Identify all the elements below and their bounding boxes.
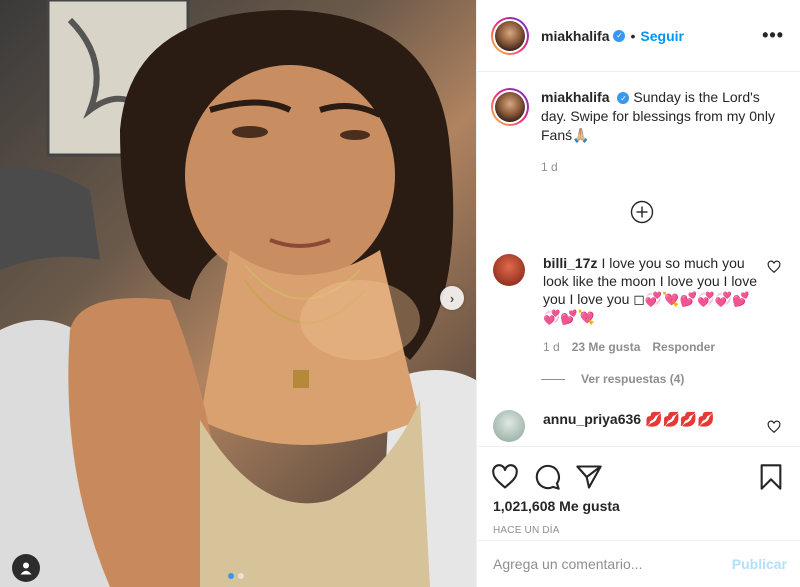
likes-count[interactable]: 1,021,608 Me gusta [477, 498, 800, 514]
separator-bullet: • [630, 27, 636, 44]
like-heart-icon[interactable] [491, 463, 519, 491]
carousel-dot [238, 573, 244, 579]
comment-text: 💋💋💋💋 [645, 411, 715, 427]
comment-username[interactable]: billi_17z [543, 255, 597, 271]
commenter-avatar[interactable] [493, 410, 525, 442]
post-comment-button[interactable]: Publicar [732, 556, 787, 572]
reply-button[interactable]: Responder [652, 338, 715, 356]
author-username[interactable]: miakhalifa [541, 28, 609, 44]
view-replies-label: Ver respuestas (4) [581, 372, 685, 386]
comment-item: billi_17z I love you so much you look lik… [493, 254, 789, 356]
load-more-comments-icon[interactable] [630, 200, 654, 224]
verified-badge-icon: ✓ [613, 29, 626, 42]
comment-age: 1 d [543, 340, 560, 354]
comment-username[interactable]: annu_priya636 [543, 411, 641, 427]
carousel-dot-active [228, 573, 234, 579]
caption-username[interactable]: miakhalifa [541, 89, 609, 105]
follow-button[interactable]: Seguir [640, 28, 684, 44]
bookmark-icon[interactable] [757, 463, 785, 491]
caption-author-avatar[interactable] [491, 88, 529, 126]
tagged-users-button[interactable] [12, 554, 40, 582]
comment-item: annu_priya636 💋💋💋💋 [493, 410, 789, 442]
post-timestamp: HACE UN DÍA [493, 525, 560, 536]
comment-likes[interactable]: 23 Me gusta [572, 338, 641, 356]
commenter-avatar[interactable] [493, 254, 525, 286]
post-photo[interactable]: › [0, 0, 476, 587]
more-options-icon[interactable]: ••• [762, 25, 784, 46]
avatar-image [495, 20, 525, 51]
heart-icon[interactable] [767, 260, 781, 274]
comments-list[interactable]: miakhalifa ✓ Sunday is the Lord's day. Sw… [477, 72, 800, 446]
author-avatar[interactable] [491, 16, 529, 55]
add-comment-form: Publicar [477, 540, 800, 587]
caption-age: 1 d [541, 160, 558, 174]
avatar-image [495, 92, 525, 122]
heart-icon[interactable] [767, 420, 781, 434]
view-replies-button[interactable]: Ver respuestas (4) [541, 372, 684, 386]
carousel-indicator [228, 573, 244, 579]
photo-scene [0, 0, 476, 587]
person-icon [20, 562, 32, 575]
post-side-panel: miakhalifa ✓ • Seguir ••• miakhalifa ✓ Su… [476, 0, 800, 587]
replies-divider [541, 378, 565, 380]
share-paper-plane-icon[interactable] [575, 463, 603, 491]
next-photo-button[interactable]: › [440, 286, 464, 310]
verified-badge-icon: ✓ [617, 92, 630, 105]
comment-input[interactable] [493, 556, 732, 572]
post-actions: 1,021,608 Me gusta HACE UN DÍA [477, 446, 800, 540]
post-caption: miakhalifa ✓ Sunday is the Lord's day. Sw… [477, 72, 800, 177]
post-header: miakhalifa ✓ • Seguir ••• [477, 0, 800, 72]
comment-bubble-icon[interactable] [533, 463, 561, 491]
chevron-right-icon: › [449, 290, 455, 306]
